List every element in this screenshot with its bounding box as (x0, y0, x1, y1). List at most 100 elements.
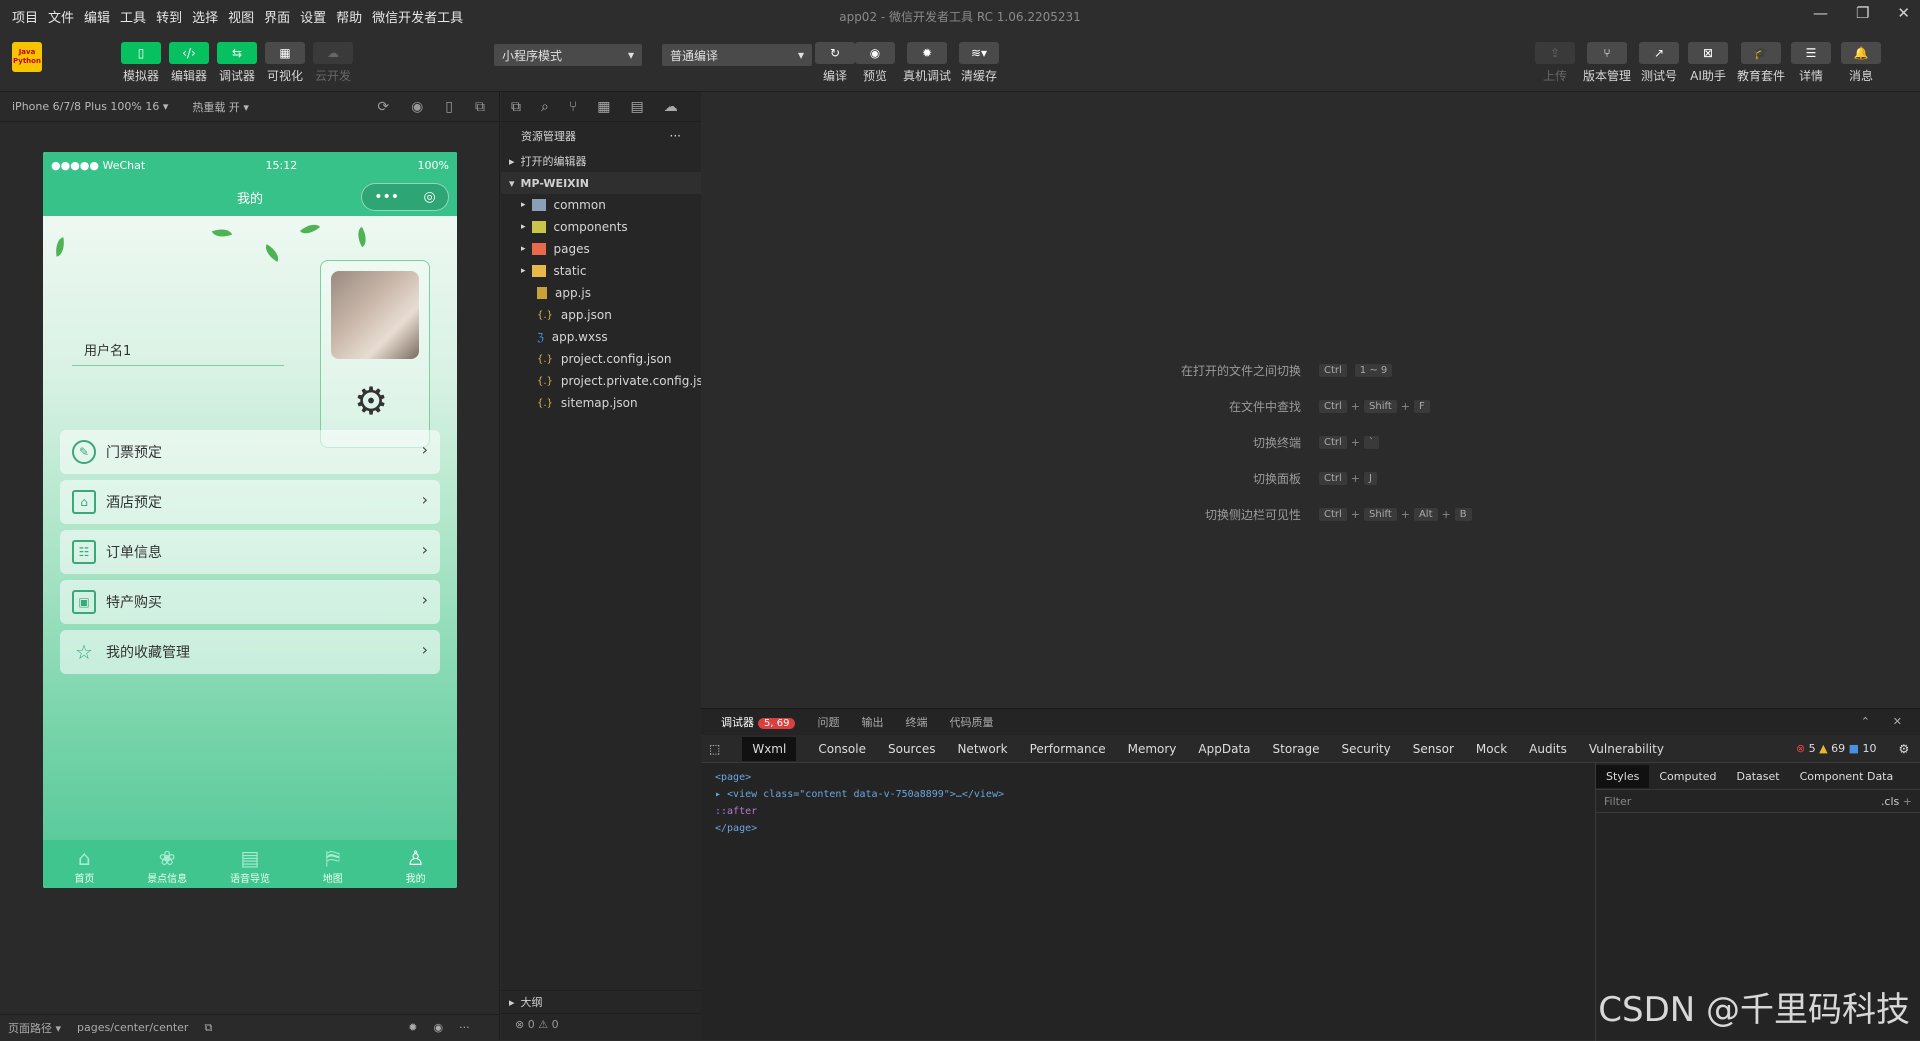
tab-dataset[interactable]: Dataset (1727, 765, 1790, 788)
inspect-icon[interactable]: ⬚ (709, 742, 720, 756)
mode-select[interactable]: 小程序模式 ▾ (494, 44, 642, 66)
upload-button[interactable]: ⇪ 上传 (1532, 42, 1578, 84)
source-control-icon[interactable]: ⑂ (569, 99, 577, 115)
more-icon[interactable]: ••• (374, 189, 399, 205)
education-button[interactable]: 🎓 教育套件 (1737, 42, 1785, 84)
clear-cache-button[interactable]: ≋▾ 清缓存 (956, 42, 1002, 84)
file-app-json[interactable]: {.} app.json (501, 304, 701, 326)
tab-wxml[interactable]: Wxml (742, 736, 797, 761)
wxml-line[interactable]: </page> (715, 820, 1004, 837)
compile-select[interactable]: 普通编译 ▾ (662, 44, 812, 66)
mini-program-capsule[interactable]: ••• ◎ (361, 183, 449, 211)
tab-styles[interactable]: Styles (1596, 764, 1650, 788)
popout-icon[interactable]: ⧉ (475, 99, 485, 115)
preview-button[interactable]: ◉ 预览 (852, 42, 898, 84)
details-button[interactable]: ☰ 详情 (1788, 42, 1834, 84)
plus-icon[interactable]: + (1903, 795, 1912, 808)
messages-button[interactable]: 🔔 消息 (1838, 42, 1884, 84)
gear-icon[interactable]: ⚙ (1899, 742, 1910, 756)
debugger-button[interactable]: ⇆ 调试器 (214, 42, 260, 84)
issue-counts[interactable]: ⊗ 5 ▲ 69 ■ 10 (1796, 742, 1877, 755)
tab-scenic[interactable]: ❀ 景点信息 (137, 846, 197, 885)
tab-debugger[interactable]: 调试器 5, 69 (721, 714, 796, 730)
extensions-icon[interactable]: ▦ (597, 99, 610, 115)
tab-terminal[interactable]: 终端 (905, 714, 927, 730)
folder-common[interactable]: ▸ common (501, 194, 701, 216)
phone-frame-icon[interactable]: ▯ (445, 99, 453, 115)
test-account-button[interactable]: ↗ 测试号 (1636, 42, 1682, 84)
open-editors-section[interactable]: ▸ 打开的编辑器 (501, 150, 701, 172)
menu-hotel-booking[interactable]: ⌂ 酒店预定 › (60, 480, 440, 524)
wxml-line[interactable]: ::after (715, 803, 1004, 820)
files-icon[interactable]: ⧉ (511, 99, 521, 115)
tab-audio-guide[interactable]: ▤ 语音导览 (220, 846, 280, 885)
menu-favorites[interactable]: ☆ 我的收藏管理 › (60, 630, 440, 674)
tab-console[interactable]: Console (818, 742, 866, 756)
tab-map[interactable]: ⛿ 地图 (303, 846, 363, 885)
tab-home[interactable]: ⌂ 首页 (54, 846, 114, 885)
tab-code-quality[interactable]: 代码质量 (949, 714, 993, 730)
tab-audits[interactable]: Audits (1529, 742, 1567, 756)
more-icon[interactable]: ··· (670, 129, 681, 143)
folder-pages[interactable]: ▸ pages (501, 238, 701, 260)
tab-vulnerability[interactable]: Vulnerability (1589, 742, 1664, 756)
tab-sensor[interactable]: Sensor (1413, 742, 1454, 756)
file-app-wxss[interactable]: ℨapp.wxss (501, 326, 701, 348)
tab-appdata[interactable]: AppData (1198, 742, 1250, 756)
username-field[interactable]: 用户名1 (84, 340, 131, 359)
avatar[interactable] (331, 271, 419, 359)
rotate-icon[interactable]: ⟳ (377, 99, 389, 115)
close-icon[interactable]: ✕ (1893, 715, 1902, 728)
tab-performance[interactable]: Performance (1030, 742, 1106, 756)
minimize-icon[interactable]: — (1813, 4, 1828, 22)
settings-gear-icon[interactable]: ⚙ (354, 379, 388, 423)
folder-static[interactable]: ▸ static (501, 260, 701, 282)
eye-icon[interactable]: ◉ (434, 1021, 444, 1034)
filter-input[interactable]: Filter (1604, 795, 1631, 808)
tab-sources[interactable]: Sources (888, 742, 935, 756)
restore-icon[interactable]: ❐ (1856, 4, 1869, 22)
wxml-line[interactable]: ▸ <view class="content data-v-750a8899">… (715, 786, 1004, 803)
menu-specialty-purchase[interactable]: ▣ 特产购买 › (60, 580, 440, 624)
tab-output[interactable]: 输出 (861, 714, 883, 730)
simulator-button[interactable]: ▯ 模拟器 (118, 42, 164, 84)
file-app-js[interactable]: app.js (501, 282, 701, 304)
file-sitemap[interactable]: {.} sitemap.json (501, 392, 701, 414)
docker-icon[interactable]: ☁ (664, 99, 678, 115)
page-path[interactable]: pages/center/center (77, 1021, 188, 1034)
outline-header[interactable]: ▸ 大纲 (501, 991, 701, 1013)
project-section[interactable]: ▾ MP-WEIXIN (501, 172, 701, 194)
device-select[interactable]: iPhone 6/7/8 Plus 100% 16 ▾ (12, 100, 168, 113)
page-path-select[interactable]: 页面路径 ▾ (8, 1020, 61, 1036)
search-icon[interactable]: ⌕ (541, 99, 549, 115)
menu-order-info[interactable]: ☷ 订单信息 › (60, 530, 440, 574)
tab-problems[interactable]: 问题 (817, 714, 839, 730)
record-icon[interactable]: ◉ (411, 99, 423, 115)
visual-button[interactable]: ▦ 可视化 (262, 42, 308, 84)
capsule-close-icon[interactable]: ◎ (424, 189, 436, 205)
copy-icon[interactable]: ⧉ (204, 1021, 212, 1035)
editor-button[interactable]: ‹/› 编辑器 (166, 42, 212, 84)
folder-components[interactable]: ▸ components (501, 216, 701, 238)
problems-status[interactable]: ⊗ 0 ⚠ 0 (501, 1013, 701, 1035)
tab-mine[interactable]: ♙ 我的 (386, 846, 446, 885)
storage-icon[interactable]: ▤ (630, 99, 643, 115)
remote-debug-button[interactable]: ✹ 真机调试 (903, 42, 951, 84)
hot-reload-toggle[interactable]: 热重载 开 ▾ (192, 99, 249, 115)
file-project-config[interactable]: {.} project.config.json (501, 348, 701, 370)
tab-security[interactable]: Security (1341, 742, 1390, 756)
tab-computed[interactable]: Computed (1649, 765, 1726, 788)
tab-storage[interactable]: Storage (1273, 742, 1320, 756)
version-button[interactable]: ⑂ 版本管理 (1583, 42, 1631, 84)
cloud-dev-button[interactable]: ☁ 云开发 (310, 42, 356, 84)
wxml-line[interactable]: <page> (715, 769, 1004, 786)
cls-toggle[interactable]: .cls (1881, 795, 1899, 808)
menu-ticket-booking[interactable]: ✎ 门票预定 › (60, 430, 440, 474)
close-icon[interactable]: ✕ (1897, 4, 1910, 22)
ai-button[interactable]: ⊠ AI助手 (1685, 42, 1731, 84)
file-project-private-config[interactable]: {.} project.private.config.js... (501, 370, 701, 392)
tab-network[interactable]: Network (957, 742, 1007, 756)
tab-component-data[interactable]: Component Data (1790, 765, 1904, 788)
tab-mock[interactable]: Mock (1476, 742, 1507, 756)
bug-icon[interactable]: ✹ (408, 1021, 417, 1034)
